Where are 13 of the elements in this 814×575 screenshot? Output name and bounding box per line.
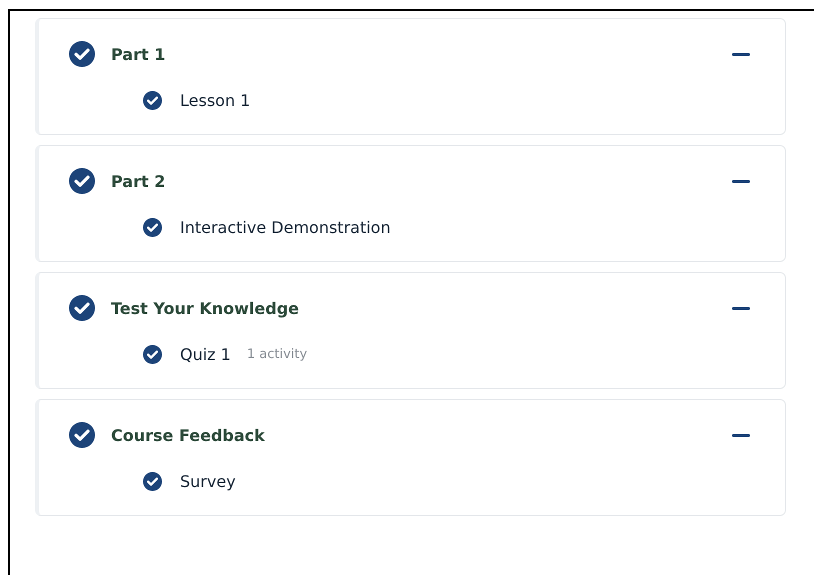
lesson-link[interactable]: Interactive Demonstration	[180, 218, 391, 236]
lesson-link[interactable]: Quiz 1	[180, 344, 231, 364]
minus-icon	[732, 52, 750, 56]
section-title: Part 1	[111, 44, 166, 64]
section-title: Part 2	[111, 172, 166, 190]
lesson-link[interactable]: Survey	[180, 472, 236, 490]
minus-icon	[732, 180, 750, 182]
section-title: Test Your Knowledge	[111, 298, 299, 318]
section-title: Course Feedback	[111, 426, 265, 444]
minus-icon	[732, 306, 750, 310]
lesson-link[interactable]: Lesson 1	[180, 90, 250, 110]
activity-count: 1 activity	[246, 346, 308, 362]
minus-icon	[732, 434, 750, 436]
